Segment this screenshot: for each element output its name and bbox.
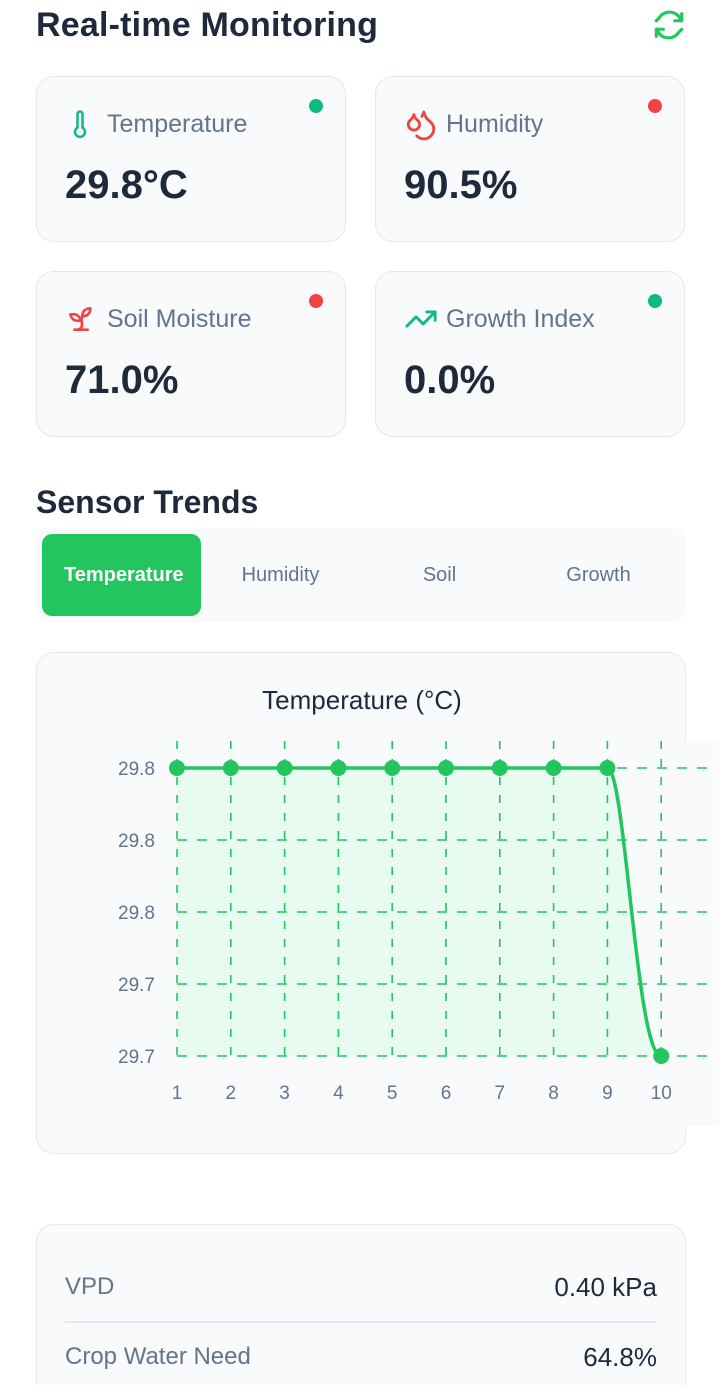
card-label: Growth Index (446, 304, 595, 333)
y-tick-label: 29.8 (118, 903, 155, 924)
card-value: 0.0% (404, 358, 496, 402)
card-value: 90.5% (404, 163, 518, 207)
data-point (491, 760, 508, 776)
trend-tabs: Temperature Humidity Soil Growth (36, 528, 686, 622)
card-temperature[interactable]: Temperature 29.8°C (36, 76, 346, 242)
x-tick-label: 1 (172, 1083, 183, 1104)
tab-soil[interactable]: Soil (360, 534, 519, 616)
stat-row-crop-water-need: Crop Water Need 64.8% (65, 1327, 657, 1385)
divider (65, 1321, 657, 1323)
stat-label: Crop Water Need (65, 1343, 251, 1370)
temperature-chart: 29.8 29.8 29.8 29.7 29.7 1 2 3 4 5 6 7 8 9 10 (118, 741, 719, 1126)
status-dot (648, 99, 662, 113)
card-soil-moisture[interactable]: Soil Moisture 71.0% (36, 271, 346, 437)
stat-row-vpd: VPD 0.40 kPa (65, 1257, 657, 1317)
header: Real-time Monitoring (36, 0, 686, 56)
thermometer-icon (65, 107, 103, 141)
tab-temperature[interactable]: Temperature (42, 534, 201, 616)
tab-growth[interactable]: Growth (519, 534, 678, 616)
data-point (438, 760, 454, 776)
refresh-button[interactable] (652, 8, 686, 42)
data-point (222, 760, 239, 776)
data-point (384, 760, 401, 776)
status-dot (648, 294, 662, 308)
x-tick-label: 5 (387, 1083, 398, 1104)
page-title: Real-time Monitoring (36, 6, 379, 44)
card-humidity[interactable]: Humidity 90.5% (375, 76, 685, 242)
status-dot (309, 99, 323, 113)
x-tick-label: 3 (279, 1083, 290, 1104)
y-tick-label: 29.7 (118, 975, 155, 996)
x-tick-label: 10 (651, 1083, 672, 1104)
trending-up-icon (404, 302, 442, 336)
stat-label: VPD (65, 1273, 115, 1300)
x-tick-label: 7 (495, 1083, 506, 1104)
card-label: Humidity (446, 109, 544, 138)
card-label: Temperature (107, 109, 248, 138)
x-tick-label: 6 (441, 1083, 452, 1104)
card-value: 29.8°C (65, 163, 188, 207)
stats-card: VPD 0.40 kPa Crop Water Need 64.8% (36, 1224, 686, 1385)
stat-value: 64.8% (583, 1341, 657, 1372)
section-title: Sensor Trends (36, 484, 259, 520)
x-tick-label: 4 (333, 1083, 344, 1104)
chart-card: Temperature (°C) 29.8 29.8 29.8 29.7 29.7 1 2 3… (36, 652, 719, 1154)
data-point (169, 760, 185, 776)
card-label: Soil Moisture (107, 304, 252, 333)
status-dot (309, 294, 323, 308)
x-tick-label: 9 (602, 1083, 613, 1104)
data-point (545, 760, 562, 776)
x-tick-label: 2 (226, 1083, 237, 1104)
tab-humidity[interactable]: Humidity (201, 534, 360, 616)
data-point (653, 1048, 670, 1064)
droplets-icon (404, 107, 442, 141)
card-growth-index[interactable]: Growth Index 0.0% (375, 271, 685, 437)
stat-value: 0.40 kPa (554, 1271, 657, 1302)
refresh-icon (654, 10, 684, 40)
data-point (330, 760, 347, 776)
y-tick-label: 29.8 (118, 759, 155, 780)
y-tick-label: 29.7 (118, 1047, 155, 1068)
y-tick-label: 29.8 (118, 831, 155, 852)
card-value: 71.0% (65, 358, 179, 402)
x-tick-label: 8 (548, 1083, 559, 1104)
data-point (599, 760, 616, 776)
data-point (276, 760, 293, 776)
sprout-icon (65, 302, 103, 336)
